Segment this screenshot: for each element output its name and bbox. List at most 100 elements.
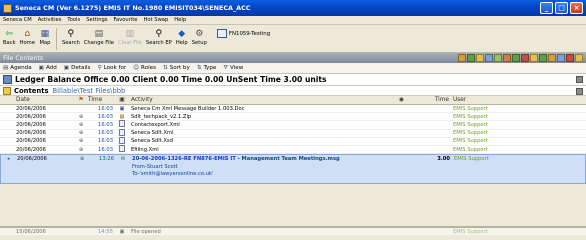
flag-col-icon: ⚑ [78,97,84,103]
zip-file-icon: ▦ [119,113,125,120]
col-activity[interactable]: Activity [131,97,399,103]
collapse-toggle[interactable] [576,88,583,95]
setup-button[interactable]: ⚙ Setup [192,28,207,47]
close-button[interactable]: × [570,2,583,14]
map-button[interactable]: ▦ Map [39,28,51,47]
setup-icon: ⚙ [195,28,204,39]
menu-settings[interactable]: Settings [86,17,107,23]
contents-path[interactable]: Billable\Test Files\bbb [53,87,126,95]
profile-selector[interactable]: FN1059-Testing [216,29,271,38]
quick-icon[interactable] [539,54,547,62]
table-row[interactable]: 20/06/2006 ⊕ 16:03 Seneca Sdlt.Xsd EMIS … [0,136,586,146]
toolbar-separator [55,28,57,50]
menu-seneca[interactable]: Seneca CM [3,17,32,23]
table-row[interactable]: 15/06/2006 14:55 ▣ File opened EMIS Supp… [0,228,586,237]
menu-help[interactable]: Help [174,17,186,23]
contents-label: Contents [14,86,49,95]
word-doc-icon: ▣ [119,105,125,112]
quick-icon[interactable] [548,54,556,62]
agenda-icon: ▤ [3,65,9,71]
table-row[interactable]: 20/06/2006 ⊕ 16:03 Contactexport.Xml EMI… [0,120,586,130]
message-from: From-Stuart Scott [132,163,178,170]
quick-icon[interactable] [494,54,502,62]
message-subject: 20-06-2006-1326-RE FN876-EMIS IT - Manag… [132,156,340,163]
map-icon: ▦ [40,28,50,39]
quick-icon[interactable] [557,54,565,62]
roles-icon: ☺ [133,65,140,71]
maximize-button[interactable]: □ [555,2,568,14]
quick-icon[interactable] [575,54,583,62]
profile-label: FN1059-Testing [228,30,271,37]
table-row[interactable]: 20/06/2006 ⊕ 16:03 Seneca Sdlt.Xml EMIS … [0,128,586,138]
email-message-icon: ✉ [120,156,126,163]
add-icon: ▣ [38,65,44,71]
menu-tools[interactable]: Tools [67,17,80,23]
xml-file-icon [113,145,131,154]
menu-hot-swap[interactable]: Hot Swap [144,17,169,23]
window-title: Seneca CM (Ver 6.1275) EMIS IT No.1980 E… [15,4,251,12]
home-button[interactable]: ⌂ Home [20,28,35,47]
back-button[interactable]: ⇦ Back [3,28,16,47]
quick-icon[interactable] [503,54,511,62]
sort-by-button[interactable]: ⇅ Sort by [163,65,190,71]
help-button[interactable]: ◆ Help [176,28,188,47]
roles-button[interactable]: ☺ Roles [133,65,156,71]
look-for-button[interactable]: ⚲ Look for [97,65,126,71]
quick-icon[interactable] [467,54,475,62]
type-icon: ⇅ [196,65,202,71]
col-time2[interactable]: Time [417,97,453,103]
message-to: To-'smith@lawyersonline.co.uk' [132,171,214,178]
quick-icon[interactable] [521,54,529,62]
contents-grid: Date ⚑ Time ▣ Activity ◉ Time User 20/06… [0,96,586,185]
quick-icon[interactable] [566,54,574,62]
clear-file-button[interactable]: ▥ Clear File [118,28,142,47]
search-button[interactable]: ⚲ Search [62,28,80,47]
minimize-button[interactable]: _ [540,2,553,14]
agenda-button[interactable]: ▤ Agenda [3,65,32,71]
help-icon: ◆ [178,28,186,39]
toolbar: ⇦ Back ⌂ Home ▦ Map ⚲ Search ▤ Change File ▥ C… [0,25,586,53]
ledger-text: Ledger Balance Office 0.00 Client 0.00 T… [15,75,327,84]
change-file-button[interactable]: ▤ Change File [84,28,114,47]
menu-activities[interactable]: Activities [38,17,62,23]
attach-col-icon: ◉ [399,97,405,103]
quick-icon[interactable] [458,54,466,62]
type-col-icon: ▣ [119,97,125,103]
type-button[interactable]: ⇅ Type [197,65,217,71]
quick-icon[interactable] [530,54,538,62]
change-file-icon: ▤ [94,28,104,39]
add-button[interactable]: ▣ Add [39,65,57,71]
clear-file-icon: ▥ [125,28,135,39]
table-row-selected[interactable]: ▸ 20/06/2006 ⊕ 13:26 ✉ 20-06-2006-1326-R… [0,154,586,185]
table-row[interactable]: 20/06/2006 ⊕ 16:03 ▦ Sdlt_techpack_v2.1.… [0,113,586,122]
lower-pane: 15/06/2006 14:55 ▣ File opened EMIS Supp… [0,226,586,240]
folder-icon [3,86,11,95]
table-row[interactable]: 20/06/2006 16:03 ▣ Seneca Cm Xml Message… [0,105,586,114]
menu-favourite[interactable]: Favourite [113,17,137,23]
back-arrow-icon: ⇦ [5,28,14,39]
contents-header: Contents Billable\Test Files\bbb [0,86,586,96]
ledger-balance: Ledger Balance Office 0.00 Client 0.00 T… [0,74,586,86]
title-bar: Seneca CM (Ver 6.1275) EMIS IT No.1980 E… [0,0,586,16]
look-for-icon: ⚲ [97,65,102,71]
quick-icon[interactable] [485,54,493,62]
details-button[interactable]: ▣ Details [64,65,91,71]
search-ep-button[interactable]: ⚲ Search EP [146,28,172,47]
search-icon: ⚲ [67,28,75,39]
quick-icon[interactable] [512,54,520,62]
col-user[interactable]: User [453,97,586,103]
quick-icon[interactable] [476,54,484,62]
sort-icon: ⇅ [162,65,168,71]
file-opened-icon: ▣ [119,228,125,235]
section-title: File Contents [3,54,44,62]
time-units: 3.00 [437,156,450,163]
col-date[interactable]: Date [16,97,74,103]
view-button[interactable]: ⛛ View [223,65,243,72]
details-icon: ▣ [63,65,70,71]
ledger-icon [3,75,12,84]
collapse-toggle[interactable] [576,76,583,83]
view-filter-icon: ⛛ [223,64,229,71]
selected-row-marker: ▸ [7,156,11,163]
col-time[interactable]: Time [88,97,113,103]
table-row[interactable]: 20/06/2006 ⊕ 16:03 Efiling.Xml EMIS Supp… [0,145,586,155]
